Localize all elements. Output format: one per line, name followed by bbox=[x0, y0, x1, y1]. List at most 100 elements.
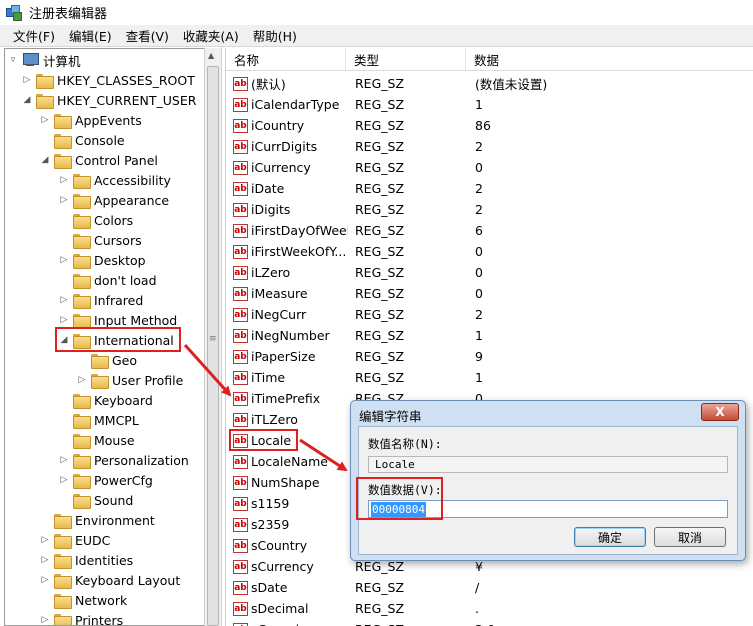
expand-toggle-icon[interactable]: ◢ bbox=[39, 154, 51, 166]
menu-help[interactable]: 帮助(H) bbox=[246, 24, 304, 47]
tree-node[interactable]: ▷ Keyboard Layout bbox=[39, 570, 180, 590]
tree-node[interactable]: ▷ User Profile bbox=[76, 370, 183, 390]
expand-toggle-icon[interactable]: ◢ bbox=[58, 334, 70, 346]
tree-node[interactable]: Sound bbox=[58, 490, 133, 510]
value-row[interactable]: ab sDecimal REG_SZ. bbox=[226, 598, 753, 619]
string-value-icon: ab bbox=[233, 181, 248, 196]
value-data-cell: 3;0 bbox=[475, 619, 745, 626]
value-type-cell: REG_SZ bbox=[355, 370, 405, 385]
value-row[interactable]: ab (默认) REG_SZ (数值未设置) bbox=[226, 73, 753, 94]
tree-node[interactable]: ▷ EUDC bbox=[39, 530, 110, 550]
expand-toggle-icon[interactable]: ▷ bbox=[58, 254, 70, 266]
value-row[interactable]: ab iCountry REG_SZ 86 bbox=[226, 115, 753, 136]
value-name: iCurrency bbox=[251, 160, 311, 175]
value-row[interactable]: ab iTime REG_SZ 1 bbox=[226, 367, 753, 388]
value-row[interactable]: ab iMeasure REG_SZ 0 bbox=[226, 283, 753, 304]
scroll-thumb[interactable] bbox=[207, 66, 219, 626]
tree-node[interactable]: ◢ International bbox=[58, 330, 174, 350]
value-data-cell: 2 bbox=[475, 307, 483, 322]
string-value-icon: ab bbox=[233, 223, 248, 238]
tree-node[interactable]: Cursors bbox=[58, 230, 142, 250]
expand-toggle-icon[interactable]: ▷ bbox=[76, 374, 88, 386]
value-name-cell: ab sCurrency bbox=[233, 556, 348, 577]
menu-view[interactable]: 查看(V) bbox=[119, 24, 176, 47]
splitter-grip-icon[interactable]: ≡ bbox=[209, 335, 217, 344]
value-name: iFirstWeekOfY... bbox=[251, 244, 347, 259]
tree-node[interactable]: ▿ 计算机 bbox=[7, 50, 81, 70]
value-name-cell: ab iCalendarType bbox=[233, 94, 348, 115]
tree-node[interactable]: Environment bbox=[39, 510, 155, 530]
value-row[interactable]: ab iNegCurr REG_SZ 2 bbox=[226, 304, 753, 325]
tree-node[interactable]: Console bbox=[39, 130, 125, 150]
dialog-close-button[interactable]: X bbox=[701, 403, 739, 421]
value-row[interactable]: ab sDate REG_SZ / bbox=[226, 577, 753, 598]
tree-node[interactable]: ▷ PowerCfg bbox=[58, 470, 153, 490]
expand-toggle-icon[interactable]: ▷ bbox=[39, 534, 51, 546]
expand-toggle-icon[interactable]: ▷ bbox=[39, 114, 51, 126]
value-row[interactable]: ab iLZero REG_SZ 0 bbox=[226, 262, 753, 283]
value-row[interactable]: ab iPaperSize REG_SZ 9 bbox=[226, 346, 753, 367]
menu-favorites[interactable]: 收藏夹(A) bbox=[176, 24, 246, 47]
value-data-input[interactable]: 00000804 bbox=[368, 500, 728, 518]
column-header-name[interactable]: 名称 bbox=[226, 48, 346, 71]
tree-node[interactable]: ▷ Accessibility bbox=[58, 170, 171, 190]
value-row[interactable]: ab iFirstWeekOfY... REG_SZ 0 bbox=[226, 241, 753, 262]
tree-node[interactable]: ◢ HKEY_CURRENT_USER bbox=[21, 90, 196, 110]
tree-node[interactable]: Network bbox=[39, 590, 127, 610]
expand-toggle-icon[interactable]: ▷ bbox=[58, 314, 70, 326]
column-header-type[interactable]: 类型 bbox=[346, 48, 466, 71]
tree-node[interactable]: ▷ Desktop bbox=[58, 250, 146, 270]
value-name-cell: ab Locale bbox=[233, 430, 348, 451]
expand-toggle-icon[interactable]: ▷ bbox=[39, 574, 51, 586]
value-data-label: 数值数据(V): bbox=[368, 483, 442, 497]
tree-node[interactable]: ▷ Identities bbox=[39, 550, 133, 570]
value-name-cell: ab s1159 bbox=[233, 493, 348, 514]
tree-node[interactable]: ▷ HKEY_CLASSES_ROOT bbox=[21, 70, 195, 90]
tree-node[interactable]: ▷ Printers bbox=[39, 610, 123, 625]
expand-toggle-icon[interactable]: ▷ bbox=[21, 74, 33, 86]
value-row[interactable]: ab iCalendarType REG_SZ 1 bbox=[226, 94, 753, 115]
tree-node-label: Colors bbox=[94, 212, 134, 228]
column-header-data[interactable]: 数据 bbox=[466, 48, 753, 71]
tree-node[interactable]: Mouse bbox=[58, 430, 135, 450]
expand-toggle-icon[interactable]: ◢ bbox=[21, 94, 33, 106]
value-row[interactable]: ab iNegNumber REG_SZ 1 bbox=[226, 325, 753, 346]
expand-toggle-icon[interactable]: ▷ bbox=[58, 294, 70, 306]
value-row[interactable]: ab iCurrDigits REG_SZ 2 bbox=[226, 136, 753, 157]
menu-file[interactable]: 文件(F) bbox=[6, 24, 62, 47]
tree-node[interactable]: Colors bbox=[58, 210, 133, 230]
string-value-icon: ab bbox=[233, 496, 248, 511]
tree-node[interactable]: ▷ Appearance bbox=[58, 190, 169, 210]
tree-node[interactable]: ▷ Infrared bbox=[58, 290, 143, 310]
tree-node[interactable]: Geo bbox=[76, 350, 137, 370]
expand-toggle-icon[interactable]: ▿ bbox=[7, 54, 19, 66]
tree-node[interactable]: ▷ AppEvents bbox=[39, 110, 142, 130]
tree-node[interactable]: Keyboard bbox=[58, 390, 153, 410]
registry-tree[interactable]: ▿ 计算机 ▷ HKEY_CLASSES_ROOT ◢ HKEY_CURRENT_USER… bbox=[4, 48, 204, 626]
tree-scrollbar[interactable]: ▲ ≡ bbox=[204, 48, 222, 626]
tree-node[interactable]: ▷ Personalization bbox=[58, 450, 189, 470]
expand-toggle-icon[interactable]: ▷ bbox=[39, 554, 51, 566]
value-row[interactable]: absGrouping REG_SZ 3;0 bbox=[226, 619, 753, 626]
value-row[interactable]: ab iDate REG_SZ 2 bbox=[226, 178, 753, 199]
menu-edit[interactable]: 编辑(E) bbox=[62, 24, 119, 47]
value-row[interactable]: ab iDigits REG_SZ 2 bbox=[226, 199, 753, 220]
expand-toggle-icon[interactable]: ▷ bbox=[58, 174, 70, 186]
tree-node[interactable]: ▷ Input Method bbox=[58, 310, 177, 330]
expand-toggle-icon[interactable]: ▷ bbox=[58, 454, 70, 466]
scroll-up-icon[interactable]: ▲ bbox=[208, 51, 214, 60]
tree-node-label: User Profile bbox=[112, 372, 184, 388]
tree-node[interactable]: ◢ Control Panel bbox=[39, 150, 158, 170]
folder-icon bbox=[54, 573, 72, 589]
cancel-button[interactable]: 取消 bbox=[654, 527, 726, 547]
value-row[interactable]: ab iFirstDayOfWeek REG_SZ 6 bbox=[226, 220, 753, 241]
value-name: Locale bbox=[251, 433, 292, 448]
value-row[interactable]: ab iCurrency REG_SZ 0 bbox=[226, 157, 753, 178]
ok-button[interactable]: 确定 bbox=[574, 527, 646, 547]
expand-toggle-icon[interactable]: ▷ bbox=[58, 474, 70, 486]
tree-node[interactable]: MMCPL bbox=[58, 410, 139, 430]
expand-toggle-icon[interactable]: ▷ bbox=[39, 614, 51, 625]
expand-toggle-icon[interactable]: ▷ bbox=[58, 194, 70, 206]
tree-node-label: don't load bbox=[94, 272, 157, 288]
tree-node[interactable]: don't load bbox=[58, 270, 157, 290]
